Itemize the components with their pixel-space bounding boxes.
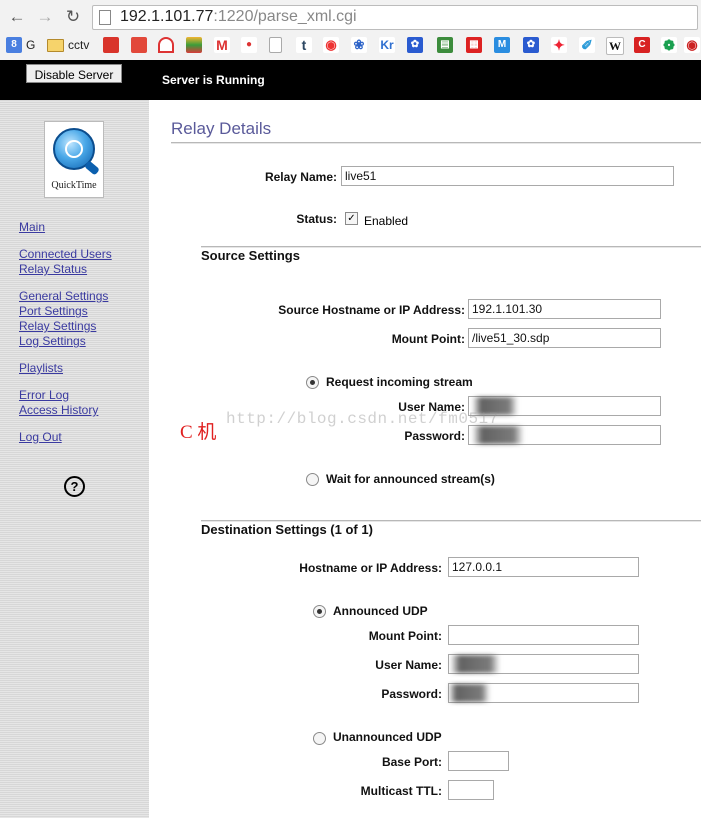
destination-settings-title: Destination Settings (1 of 1): [201, 522, 373, 537]
dest-mount-input[interactable]: [448, 625, 639, 645]
base-port-label: Base Port:: [381, 755, 442, 769]
request-stream-label: Request incoming stream: [326, 375, 473, 389]
kr-icon[interactable]: Kr: [379, 37, 395, 53]
nav-relay-status[interactable]: Relay Status: [19, 262, 87, 276]
machine-annotation: C 机: [180, 422, 217, 443]
relay-name-label: Relay Name:: [264, 170, 337, 184]
bookmark-cctv[interactable]: cctv: [68, 38, 89, 52]
bookmarks-bar: 8 G cctv M ● t ◉ ❀ Kr ✿ ▤ ▦ M ✿ ✦ ✐ W C …: [0, 34, 701, 56]
nav-general-settings[interactable]: General Settings: [19, 289, 108, 303]
page-title: Relay Details: [171, 119, 272, 138]
page-bookmark-icon[interactable]: [269, 37, 282, 53]
baidu-icon[interactable]: ✿: [407, 37, 423, 53]
bookmark-icon-11[interactable]: C: [634, 37, 650, 53]
gmail-icon[interactable]: M: [214, 37, 230, 53]
quicktime-icon: [53, 128, 100, 176]
unannounced-udp-label: Unannounced UDP: [333, 730, 442, 744]
enabled-label: Enabled: [364, 214, 409, 228]
bookmark-icon-6[interactable]: ❀: [351, 37, 367, 53]
bookmark-icon-5[interactable]: ●: [241, 37, 257, 53]
forward-icon[interactable]: →: [34, 7, 56, 27]
base-port-input[interactable]: [448, 751, 509, 771]
announced-udp-label: Announced UDP: [333, 604, 428, 618]
enabled-checkbox[interactable]: ✓: [345, 212, 358, 225]
multicast-ttl-label: Multicast TTL:: [360, 784, 442, 798]
nav-playlists[interactable]: Playlists: [19, 361, 63, 375]
nav-relay-settings[interactable]: Relay Settings: [19, 319, 96, 333]
nav-access-history[interactable]: Access History: [19, 403, 98, 417]
title-divider: [171, 142, 701, 144]
quicktime-logo: QuickTime: [44, 121, 104, 198]
request-stream-radio[interactable]: [306, 376, 319, 389]
page-icon: [99, 10, 111, 25]
dest-hostname-input[interactable]: [448, 557, 639, 577]
watermark-text: http://blog.csdn.net/fm0517: [226, 410, 499, 428]
nav-log-out[interactable]: Log Out: [19, 430, 62, 444]
dest-mount-label: Mount Point:: [368, 629, 442, 643]
unannounced-udp-radio[interactable]: [313, 732, 326, 745]
bookmark-icon-10[interactable]: ✐: [579, 37, 595, 53]
url-text: 192.1.101.77:1220/parse_xml.cgi: [120, 8, 357, 25]
redacted-dest-password: [448, 684, 490, 702]
nav-port-settings[interactable]: Port Settings: [19, 304, 88, 318]
multicast-ttl-input[interactable]: [448, 780, 494, 800]
dest-password-label: Password:: [381, 687, 442, 701]
back-icon[interactable]: ←: [6, 7, 28, 27]
wait-announced-radio[interactable]: [306, 473, 319, 486]
source-hostname-label: Source Hostname or IP Address:: [278, 303, 465, 317]
dest-user-label: User Name:: [375, 658, 442, 672]
bookmark-icon-7[interactable]: ▦: [466, 37, 482, 53]
reload-icon[interactable]: ↻: [62, 7, 84, 27]
dest-hostname-label: Hostname or IP Address:: [299, 561, 442, 575]
disable-server-button[interactable]: Disable Server: [26, 64, 122, 83]
bookmark-icon-1[interactable]: [103, 37, 119, 53]
source-mount-label: Mount Point:: [391, 332, 465, 346]
douban-icon[interactable]: ▤: [437, 37, 453, 53]
nav-connected-users[interactable]: Connected Users: [19, 247, 112, 261]
bookmark-icon-12[interactable]: ❁: [661, 37, 677, 53]
announced-udp-radio[interactable]: [313, 605, 326, 618]
source-hostname-input[interactable]: [468, 299, 661, 319]
source-mount-input[interactable]: [468, 328, 661, 348]
source-settings-title: Source Settings: [201, 248, 300, 263]
relay-name-input[interactable]: [341, 166, 674, 186]
bookmark-icon-2[interactable]: [131, 37, 147, 53]
wait-announced-label: Wait for announced stream(s): [326, 472, 495, 486]
folder-icon[interactable]: [47, 39, 64, 52]
wikipedia-icon[interactable]: W: [606, 37, 624, 55]
bookmark-icon-4[interactable]: [186, 37, 202, 53]
redacted-source-password: [472, 426, 524, 444]
sidebar: [0, 100, 149, 818]
help-icon[interactable]: ?: [64, 476, 85, 497]
bookmark-icon-13[interactable]: ◉: [684, 37, 700, 53]
bookmark-icon-3[interactable]: [158, 37, 174, 53]
server-status-text: Server is Running: [162, 73, 265, 87]
google-bookmark-icon[interactable]: 8: [6, 37, 22, 53]
address-bar[interactable]: 192.1.101.77:1220/parse_xml.cgi: [92, 5, 698, 30]
bookmark-g[interactable]: G: [26, 38, 35, 52]
nav-main[interactable]: Main: [19, 220, 45, 234]
source-divider: [201, 246, 701, 248]
bookmark-icon-9[interactable]: ✦: [551, 37, 567, 53]
nav-log-settings[interactable]: Log Settings: [19, 334, 86, 348]
weibo-icon[interactable]: ◉: [323, 37, 339, 53]
status-label: Status:: [296, 212, 337, 226]
redacted-dest-user: [450, 655, 500, 673]
nav-error-log[interactable]: Error Log: [19, 388, 69, 402]
logo-label: QuickTime: [51, 180, 97, 191]
bookmark-icon-8[interactable]: M: [494, 37, 510, 53]
baidu-icon-2[interactable]: ✿: [523, 37, 539, 53]
tumblr-icon[interactable]: t: [296, 37, 312, 53]
source-password-label: Password:: [404, 429, 465, 443]
